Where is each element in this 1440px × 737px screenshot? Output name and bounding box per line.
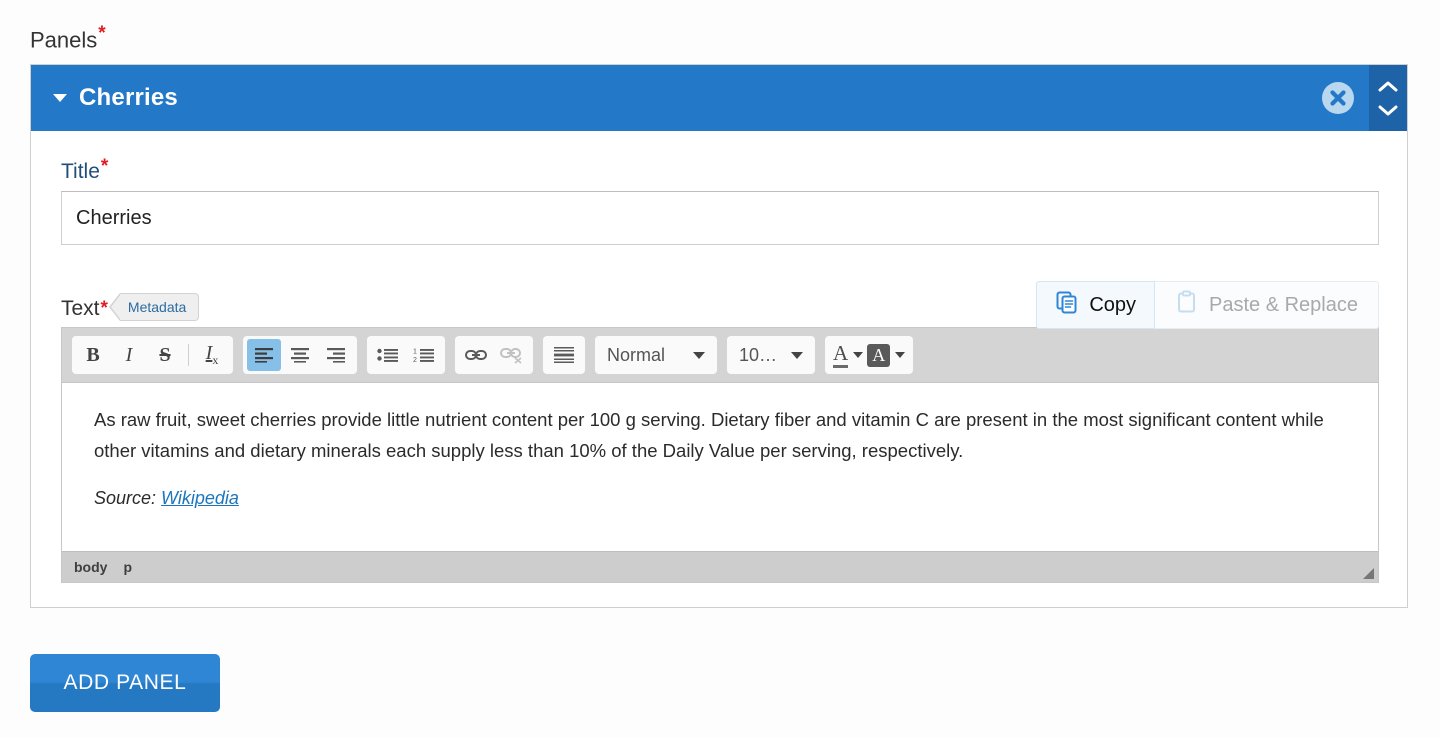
paste-replace-button[interactable]: Paste & Replace — [1155, 281, 1379, 330]
title-field-label: Title — [61, 160, 100, 184]
editor-paragraph: As raw fruit, sweet cherries provide lit… — [94, 409, 1324, 461]
text-field-label-group: Text * Metadata — [61, 293, 200, 323]
title-input[interactable] — [61, 191, 1379, 246]
toolbar-separator — [188, 344, 189, 367]
chevron-down-icon — [693, 351, 705, 359]
numbered-list-icon[interactable]: 12 — [407, 339, 441, 371]
text-color-button[interactable]: A — [833, 342, 864, 368]
clipboard-actions: Copy Paste & Replace — [1036, 281, 1379, 330]
italic-button[interactable]: I — [112, 339, 146, 371]
source-prefix: Source: — [94, 488, 162, 509]
chevron-down-icon[interactable] — [1378, 103, 1398, 117]
link-icon[interactable] — [459, 339, 493, 371]
title-required-asterisk: * — [100, 156, 109, 177]
text-field-label: Text — [61, 296, 100, 320]
bold-button[interactable]: B — [76, 339, 110, 371]
copy-button-label: Copy — [1089, 293, 1137, 316]
panel-editor-page: Panels* Cherries Title* Cherries Text * … — [0, 0, 1440, 737]
panels-section-label: Panels* — [30, 24, 106, 51]
panels-label-text: Panels — [30, 27, 98, 53]
bulleted-list-icon[interactable] — [371, 339, 405, 371]
background-color-button[interactable]: A — [867, 343, 906, 367]
title-field-label-row: Title* — [61, 157, 1379, 183]
toolbar-group-basic-styles: B I S Ix — [72, 336, 233, 375]
background-color-icon: A — [867, 343, 891, 367]
chevron-up-icon[interactable] — [1378, 79, 1398, 93]
required-asterisk: * — [98, 23, 106, 44]
strikethrough-button[interactable]: S — [148, 339, 182, 371]
chevron-down-icon — [791, 351, 804, 359]
paste-replace-button-label: Paste & Replace — [1209, 293, 1358, 316]
svg-text:1: 1 — [413, 349, 417, 356]
align-right-icon[interactable] — [319, 339, 353, 371]
editor-content-area[interactable]: As raw fruit, sweet cherries provide lit… — [62, 383, 1378, 552]
chevron-down-icon — [853, 352, 864, 359]
copy-button[interactable]: Copy — [1036, 281, 1156, 330]
text-field-header-row: Text * Metadata Copy Paste & Replace — [61, 275, 1379, 330]
editor-source-line: Source: Wikipedia — [94, 484, 1350, 514]
panel-card: Cherries Title* Cherries Text * Metadata… — [30, 64, 1408, 609]
toolbar-group-colors: A A — [825, 336, 914, 375]
panel-reorder-controls — [1369, 65, 1407, 131]
paragraph-format-select[interactable]: Normal — [595, 336, 717, 375]
editor-resize-grip[interactable] — [1363, 568, 1374, 580]
toolbar-group-horizontal-rule — [543, 336, 585, 375]
unlink-icon[interactable] — [495, 339, 529, 371]
panel-body: Title* Text* Metadata — [31, 131, 1407, 608]
panel-header[interactable]: Cherries — [31, 65, 1407, 131]
toolbar-group-alignment — [243, 336, 357, 375]
panel-header-title: Cherries — [79, 84, 178, 111]
toolbar-group-links — [455, 336, 533, 375]
remove-format-button[interactable]: Ix — [195, 339, 229, 371]
text-color-icon: A — [833, 342, 849, 368]
editor-element-path-bar: body p — [62, 551, 1378, 583]
horizontal-rule-icon[interactable] — [547, 339, 581, 371]
align-left-icon[interactable] — [247, 339, 281, 372]
text-required-asterisk: * — [100, 297, 108, 319]
font-size-value: 10… — [739, 344, 778, 365]
element-path-p[interactable]: p — [123, 559, 132, 575]
editor-toolbar: B I S Ix 1 2 Normal 10… A A — [62, 328, 1378, 384]
remove-circle-icon[interactable] — [1321, 81, 1355, 115]
svg-text:2: 2 — [413, 357, 417, 363]
paste-icon — [1175, 290, 1199, 320]
align-center-icon[interactable] — [283, 339, 317, 371]
element-path-body[interactable]: body — [74, 559, 107, 575]
metadata-badge[interactable]: Metadata — [108, 293, 200, 322]
toolbar-group-lists: 12 — [367, 336, 445, 375]
add-panel-button[interactable]: ADD PANEL — [30, 654, 220, 712]
wikipedia-link[interactable]: Wikipedia — [161, 488, 239, 508]
paragraph-format-value: Normal — [607, 344, 666, 365]
copy-icon — [1055, 290, 1079, 320]
rich-text-editor: B I S Ix 1 2 Normal 10… A A As raw fruit… — [61, 327, 1379, 584]
chevron-down-icon — [895, 352, 906, 359]
font-size-select[interactable]: 10… — [727, 336, 816, 375]
caret-down-icon[interactable] — [53, 94, 67, 102]
